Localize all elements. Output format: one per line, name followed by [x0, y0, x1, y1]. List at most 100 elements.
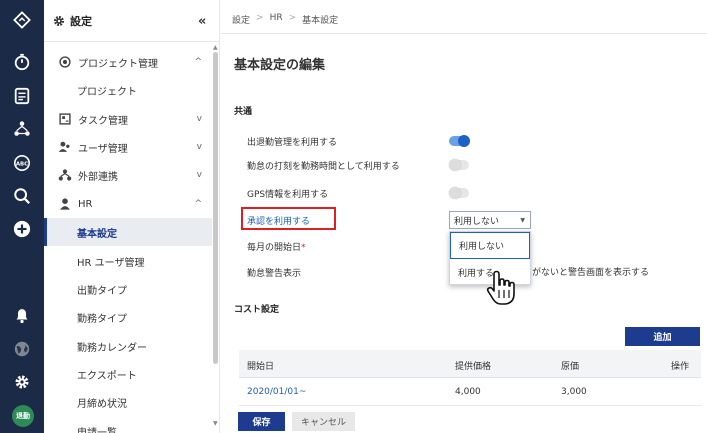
app-logo-icon[interactable]	[13, 11, 31, 29]
clock-as-worktime-toggle[interactable]	[449, 159, 469, 171]
price-cell: 4,000	[455, 387, 481, 397]
collapse-sidebar-icon[interactable]: «	[198, 14, 206, 29]
sidebar-item-project[interactable]: プロジェクト	[44, 76, 212, 104]
sidebar-item-application-list[interactable]: 申請一覧	[44, 416, 212, 433]
sidebar-item-hr[interactable]: HR ^	[44, 190, 212, 218]
sidebar-item-label: 申請一覧	[77, 424, 117, 433]
sidebar-scrollbar[interactable]: ▲ ▼	[213, 44, 219, 429]
chevron-down-icon: v	[196, 170, 202, 180]
sidebar-item-user-management[interactable]: ユーザ管理 v	[44, 133, 212, 161]
globe-icon[interactable]	[13, 340, 31, 358]
stopwatch-icon[interactable]	[13, 53, 31, 71]
settings-sidebar: 設定 « プロジェクト管理 ^ プロジェクト タスク管理 v ユーザ管理 v 外…	[44, 0, 220, 433]
select-value: 利用しない	[454, 216, 500, 227]
setting-label-clock-as-worktime: 勤怠の打刻を勤務時間として利用する	[247, 162, 400, 172]
sidebar-item-task-management[interactable]: タスク管理 v	[44, 105, 212, 133]
save-button[interactable]: 保存	[238, 412, 285, 431]
table-header: 開始日 提供価格 原価 操作	[239, 350, 701, 378]
table-row: 2020/01/01~ 4,000 3,000	[239, 378, 701, 406]
avatar-label: 退勤	[16, 412, 30, 420]
network-icon	[58, 169, 72, 181]
sidebar-item-label: エクスポート	[77, 370, 137, 382]
toggle-knob	[458, 135, 470, 147]
column-header-cost: 原価	[561, 362, 580, 372]
column-header-price: 提供価格	[455, 362, 492, 372]
warning-description: がないと警告画面を表示する	[532, 268, 650, 278]
sidebar-item-label: 出勤タイプ	[77, 285, 127, 297]
approval-select[interactable]: 利用しない ▼	[449, 211, 531, 229]
sidebar-item-attendance-type[interactable]: 出勤タイプ	[44, 275, 212, 303]
column-header-operation: 操作	[671, 362, 690, 372]
target-icon	[59, 56, 71, 68]
column-header-start-date: 開始日	[247, 362, 275, 372]
cost-table: 開始日 提供価格 原価 操作 2020/01/01~ 4,000 3,000	[239, 350, 701, 406]
dropdown-option-not-use[interactable]: 利用しない	[450, 232, 530, 259]
toggle-knob	[449, 187, 461, 199]
add-button[interactable]: 追加	[625, 327, 700, 346]
sidebar-item-label: ユーザ管理	[78, 143, 128, 155]
cost-cell: 3,000	[561, 387, 587, 397]
sidebar-item-work-type[interactable]: 勤務タイプ	[44, 303, 212, 331]
main-content: 設定 > HR > 基本設定 基本設定の編集 共通 出退勤管理を利用する 勤怠の…	[221, 0, 707, 433]
sidebar-item-external-integration[interactable]: 外部連携 v	[44, 161, 212, 189]
cancel-button[interactable]: キャンセル	[292, 412, 355, 431]
task-icon	[59, 113, 71, 125]
breadcrumb: 設定 > HR > 基本設定	[232, 13, 338, 26]
icon-rail: ABC 退勤	[0, 0, 44, 433]
chevron-down-icon: v	[196, 142, 202, 152]
breadcrumb-item[interactable]: HR	[270, 13, 283, 26]
sidebar-item-label: プロジェクト管理	[78, 58, 158, 70]
sidebar-header: 設定 «	[44, 0, 219, 42]
sidebar-item-work-calendar[interactable]: 勤務カレンダー	[44, 332, 212, 360]
add-icon[interactable]	[13, 220, 31, 238]
section-heading-common: 共通	[234, 107, 253, 117]
scroll-thumb[interactable]	[213, 52, 218, 364]
search-icon[interactable]	[13, 187, 31, 205]
breadcrumb-separator: >	[288, 13, 297, 23]
start-date-link[interactable]: 2020/01/01~	[247, 387, 306, 397]
sidebar-item-label: タスク管理	[78, 115, 128, 127]
month-start-label: 毎月の開始日	[247, 243, 302, 253]
sidebar-item-label: 勤務タイプ	[77, 313, 127, 325]
person-icon	[60, 198, 70, 210]
sidebar-item-label: 外部連携	[78, 171, 118, 183]
sidebar-item-monthly-closing[interactable]: 月締め状況	[44, 388, 212, 416]
setting-label-approval: 承認を利用する	[247, 217, 311, 227]
attendance-toggle[interactable]	[449, 135, 470, 147]
sidebar-item-label: 月締め状況	[77, 398, 127, 410]
sidebar-item-label: HR	[78, 198, 93, 210]
gear-icon[interactable]	[13, 373, 31, 391]
document-icon[interactable]	[13, 87, 31, 105]
breadcrumb-item[interactable]: 設定	[232, 13, 250, 26]
caret-down-icon: ▼	[520, 217, 525, 224]
abc-icon[interactable]: ABC	[13, 154, 31, 172]
breadcrumb-separator: >	[256, 13, 264, 23]
hand-pointer-icon	[486, 270, 515, 305]
svg-text:ABC: ABC	[16, 161, 28, 167]
gps-toggle[interactable]	[449, 187, 469, 199]
sidebar-item-label: HR ユーザ管理	[77, 257, 145, 269]
sidebar-item-label: 基本設定	[77, 228, 117, 240]
required-mark: *	[301, 243, 306, 253]
users-icon	[58, 141, 70, 152]
sidebar-item-label: 勤務カレンダー	[77, 342, 147, 354]
sidebar-item-basic-settings[interactable]: 基本設定	[44, 218, 212, 246]
scroll-up-icon[interactable]: ▲	[213, 44, 218, 51]
setting-label-attendance: 出退勤管理を利用する	[247, 138, 338, 148]
chevron-up-icon: ^	[194, 199, 202, 209]
sidebar-item-project-management[interactable]: プロジェクト管理 ^	[44, 48, 212, 76]
bell-icon[interactable]	[13, 306, 31, 324]
sidebar-item-label: プロジェクト	[77, 86, 137, 98]
avatar[interactable]: 退勤	[12, 405, 34, 427]
sidebar-item-hr-user-management[interactable]: HR ユーザ管理	[44, 247, 212, 275]
setting-label-gps: GPS情報を利用する	[247, 190, 329, 200]
org-chart-icon[interactable]	[13, 120, 31, 138]
chevron-down-icon: v	[196, 114, 202, 124]
settings-gear-icon	[53, 15, 65, 26]
section-heading-cost: コスト設定	[234, 305, 280, 315]
setting-label-month-start: 毎月の開始日*	[247, 240, 306, 253]
sidebar-item-export[interactable]: エクスポート	[44, 360, 212, 388]
scroll-down-icon[interactable]: ▼	[213, 420, 218, 427]
breadcrumb-item: 基本設定	[302, 16, 339, 26]
header-divider	[221, 33, 707, 34]
